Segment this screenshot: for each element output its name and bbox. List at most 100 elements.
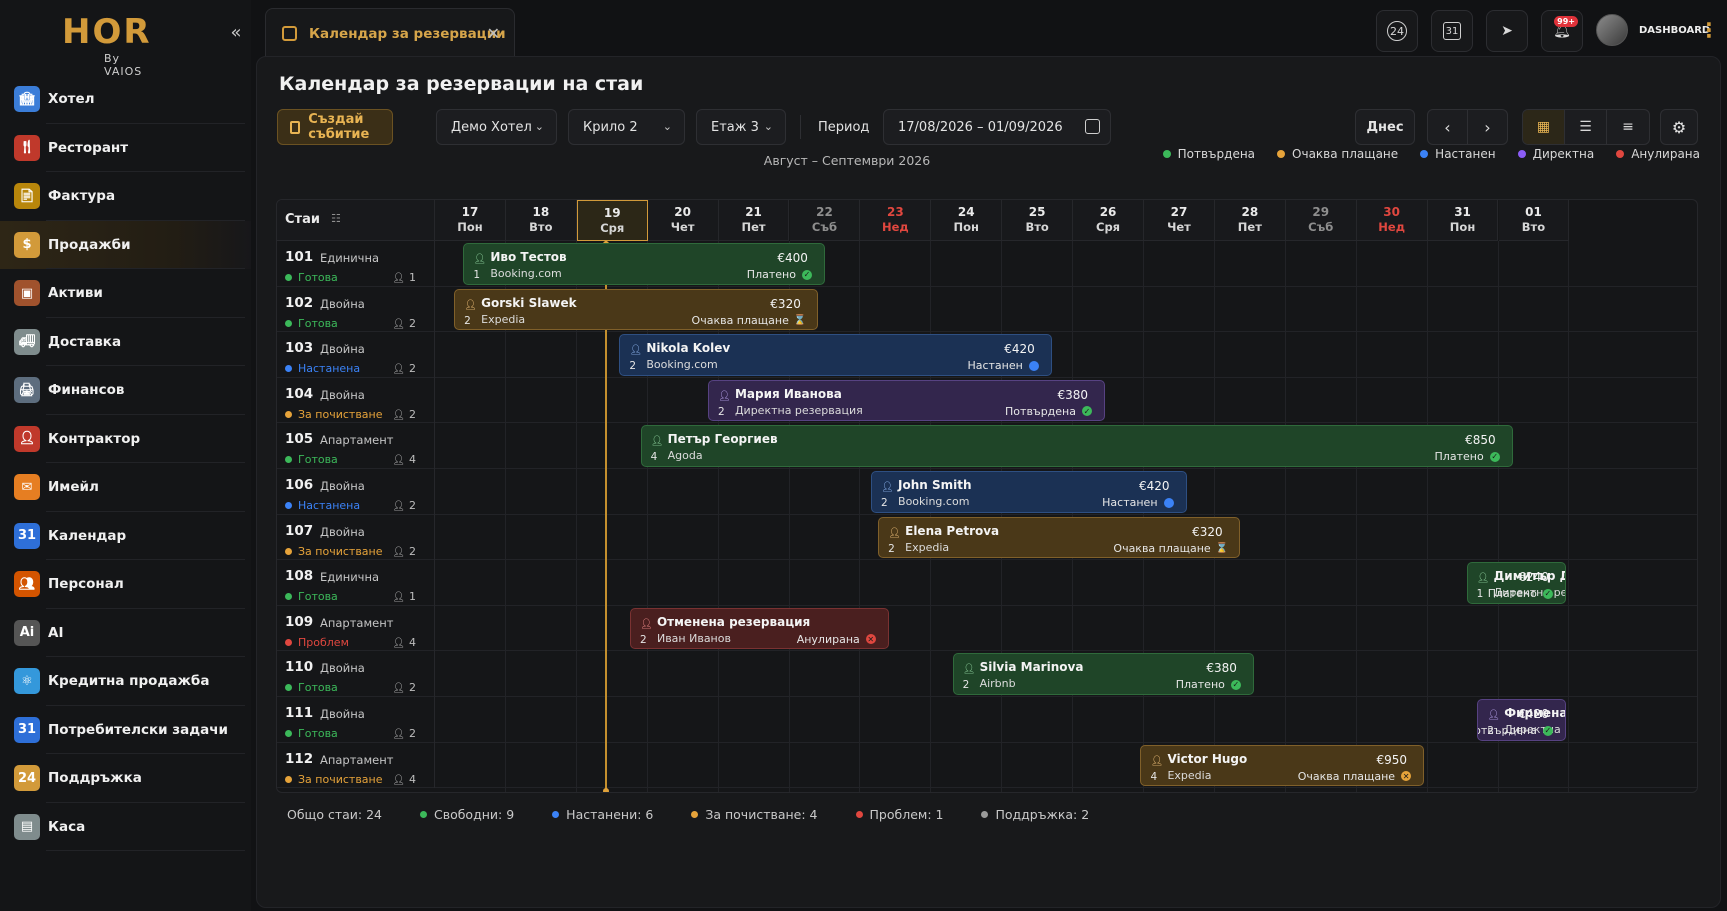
avatar[interactable] [1596, 14, 1628, 46]
booking-block[interactable]: 👤︎ 2 Elena Petrova Expedia €320 Очаква плащан… [878, 516, 1240, 559]
today-button[interactable]: Днес [1355, 109, 1415, 145]
booking-block[interactable]: 👤︎2Фирмена резервацияДиректна€420Потвърд… [1477, 699, 1566, 741]
day-header[interactable]: 17 Пон [435, 200, 506, 241]
day-header[interactable]: 27 Чет [1144, 200, 1215, 241]
legend-dot [1420, 150, 1429, 158]
filter-icon[interactable]: ☷ [331, 212, 341, 225]
close-icon[interactable]: ✕ [487, 24, 500, 43]
booking-block[interactable]: 👤︎ 1 Иво Тестов Booking.com €400 Платено ✓ [463, 243, 825, 285]
day-header[interactable]: 21 Пет [718, 200, 790, 241]
summary-label: Поддръжка: 2 [995, 807, 1090, 822]
sidebar-item-restaurant[interactable]: 🍴︎ Ресторант [0, 124, 251, 173]
person-icon: 👤︎ [392, 364, 405, 376]
day-header[interactable]: 22 Съб [789, 200, 861, 241]
floor-select[interactable]: Етаж 3 ⌄ [696, 109, 786, 145]
room-cell[interactable]: 112 Апартамент За почистване 👤︎ 4 [277, 742, 435, 789]
more-menu-icon[interactable]: ⋮ [1699, 18, 1719, 42]
legend-label: Очаква плащане [1292, 147, 1399, 161]
calendar-button[interactable]: 31 [1431, 10, 1473, 52]
status-x-icon: ✕ [865, 634, 876, 645]
day-header[interactable]: 31 Пон [1427, 200, 1499, 241]
room-cell[interactable]: 107 Двойна За почистване 👤︎ 2 [277, 514, 435, 561]
booking-block[interactable]: 👤︎ 4 Петър Георгиев Agoda €850 Платено ✓ [640, 425, 1513, 467]
send-button[interactable]: ➤ [1486, 10, 1528, 52]
booking-payment-status: Платено ✓ [1435, 450, 1500, 463]
room-cell[interactable]: 111 Двойна Готова 👤︎ 2 [277, 697, 435, 743]
sidebar-item-staff[interactable]: 👥︎ Персонал [0, 560, 251, 609]
day-header[interactable]: 19 Сря [576, 200, 648, 241]
hotel-select[interactable]: Демо Хотел ⌄ [436, 109, 557, 145]
day-header[interactable]: 23 Нед [860, 200, 932, 241]
prev-button[interactable]: ‹ [1427, 109, 1468, 145]
status-dot [285, 638, 292, 646]
room-cell[interactable]: 109 Апартамент Проблем 👤︎ 4 [277, 605, 435, 652]
person-icon: 👤︎ [392, 455, 405, 467]
booking-block[interactable]: 👤︎1Димитър ДимитровДиректна резервация€2… [1466, 562, 1566, 604]
sidebar-item-calendar[interactable]: 31 Календар [0, 512, 251, 561]
sidebar-item-support[interactable]: 24 Поддръжка [0, 754, 251, 803]
room-cell[interactable]: 103 Двойна Настанена 👤︎ 2 [277, 332, 435, 378]
day-header[interactable]: 26 Сря [1073, 200, 1144, 241]
sidebar-item-assets[interactable]: ▣ Активи [0, 269, 251, 318]
view-detail-list-button[interactable]: ≡ [1607, 110, 1649, 144]
support-24-button[interactable]: 24 [1376, 10, 1418, 52]
sidebar-item-sales[interactable]: $ Продажби [0, 220, 251, 269]
booking-block[interactable]: 👤︎ 2 John Smith Booking.com €420 Настанен [871, 471, 1187, 513]
weekday-label: Пон [1449, 220, 1476, 234]
day-header[interactable]: 28 Пет [1214, 200, 1286, 241]
settings-button[interactable]: ⚙ [1660, 109, 1698, 145]
room-cell[interactable]: 102 Двойна Готова 👤︎ 2 [277, 286, 435, 333]
logo[interactable]: HOR By VAIOS [62, 12, 162, 78]
view-calendar-button[interactable]: ▦ [1523, 110, 1565, 144]
notifications-button[interactable]: 🔔︎ 99+ [1541, 10, 1583, 52]
day-header[interactable]: 30 Нед [1356, 200, 1428, 241]
day-header[interactable]: 25 Вто [1002, 200, 1074, 241]
room-cell[interactable]: 106 Двойна Настанена 👤︎ 2 [277, 469, 435, 515]
create-event-button[interactable]: Създай събитие [277, 109, 393, 145]
booking-block[interactable]: 👤︎ 2 Мария Иванова Директна резервация €380 П… [707, 379, 1105, 422]
room-cell[interactable]: 108 Единична Готова 👤︎ 1 [277, 560, 435, 606]
booking-block[interactable]: 👤︎ 2 Gorski Slawek Expedia €320 Очаква плащан… [454, 288, 818, 331]
next-button[interactable]: › [1467, 109, 1508, 145]
sidebar-item-ai[interactable]: Ai AI [0, 609, 251, 658]
person-icon: 👤︎ [392, 409, 405, 421]
room-cell[interactable]: 101 Единична Готова 👤︎ 1 [277, 241, 435, 287]
sidebar-item-mail[interactable]: ✉ Имейл [0, 463, 251, 512]
wing-select[interactable]: Крило 2 ⌄ [568, 109, 685, 145]
day-header[interactable]: 20 Чет [647, 200, 719, 241]
room-status: Готова [285, 681, 338, 694]
period-picker[interactable]: 17/08/2026 – 01/09/2026 [883, 109, 1111, 145]
room-cell[interactable]: 105 Апартамент Готова 👤︎ 4 [277, 423, 435, 469]
room-cell[interactable]: 110 Двойна Готова 👤︎ 2 [277, 651, 435, 697]
day-header[interactable]: 01 Вто [1498, 200, 1570, 241]
sidebar-item-finance[interactable]: 🖨︎ Финансов [0, 366, 251, 415]
weekday-label: Вто [529, 220, 553, 234]
booking-block[interactable]: 👤︎ 4 Victor Hugo Expedia €950 Очаква плащане ✕ [1140, 744, 1425, 787]
tab-reservation-calendar[interactable]: Календар за резервации ✕ [265, 8, 515, 58]
sidebar-item-cashier[interactable]: ▤ Каса [0, 803, 251, 852]
status-dot [285, 456, 292, 464]
day-number: 25 [1028, 205, 1046, 219]
room-status: Настанена [285, 499, 360, 512]
sidebar-item-tasks[interactable]: 31 Потребителски задачи [0, 706, 251, 755]
view-list-button[interactable]: ☰ [1565, 110, 1607, 144]
booking-block[interactable]: 👤︎ 2 Nikola Kolev Booking.com €420 Настанен [619, 334, 1052, 376]
guest-count: 2 [717, 405, 725, 418]
room-status: Готова [285, 317, 338, 330]
day-header[interactable]: 18 Вто [505, 200, 577, 241]
person-icon: 👤︎ [392, 501, 405, 512]
sidebar-item-hotel[interactable]: 🏨︎ Хотел [0, 75, 251, 124]
sidebar-item-credit[interactable]: ⚛ Кредитна продажба [0, 657, 251, 706]
sidebar-item-contractor[interactable]: 👤︎ Контрактор [0, 415, 251, 464]
day-header[interactable]: 29 Съб [1285, 200, 1357, 241]
day-header[interactable]: 24 Пон [931, 200, 1003, 241]
booking-payment-status: Очаква плащане ⌛ [692, 314, 807, 327]
booking-block[interactable]: 👤︎ 2 Silvia Marinova Airbnb €380 Платено ✓ [952, 653, 1254, 695]
booking-guest-name: Gorski Slawek [481, 295, 577, 310]
sidebar-item-delivery[interactable]: 🚚︎ Доставка [0, 318, 251, 367]
booking-block[interactable]: 👤︎ 2 Отменена резервация Иван Иванов Анулира… [629, 607, 889, 650]
collapse-sidebar-icon[interactable]: « [226, 22, 246, 43]
room-cell[interactable]: 104 Двойна За почистване 👤︎ 2 [277, 377, 435, 424]
sidebar-item-invoice[interactable]: 📄︎ Фактура [0, 172, 251, 221]
ai-icon: Ai [14, 619, 40, 646]
